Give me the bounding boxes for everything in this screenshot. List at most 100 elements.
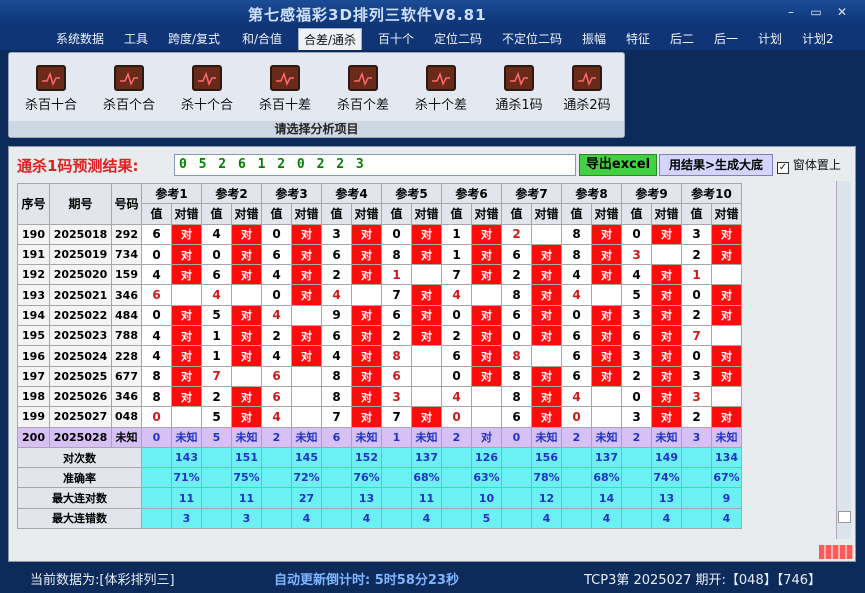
stat-label: 对次数: [17, 446, 142, 469]
cell-hit: 对: [531, 365, 562, 387]
stat-spacer: [561, 467, 592, 489]
cell-hit: 对: [651, 385, 682, 408]
prediction-result-field[interactable]: 0 5 2 6 1 2 0 2 2 3: [174, 154, 576, 176]
table-row[interactable]: 196 2025024 228 4 对 1 对 4 对 4 对 8 6 对 8 6 对 3 对 0 对: [17, 345, 742, 367]
menu-item-last-two[interactable]: 后二: [670, 30, 694, 47]
restore-icon[interactable]: ▭: [808, 4, 824, 20]
cell-value: 0: [561, 304, 592, 327]
menu-item-fixed-two[interactable]: 定位二码: [434, 30, 482, 47]
stat-value: 4: [531, 507, 562, 530]
menu-item-diff-kill[interactable]: 合差/通杀: [298, 28, 363, 50]
cell-value: 4: [621, 264, 652, 286]
subheader-okfail: 对错: [411, 203, 442, 225]
stat-value: 68%: [411, 467, 442, 489]
cell-value: 0: [621, 385, 652, 408]
table-row[interactable]: 194 2025022 484 0 对 5 对 4 9 对 6 对 0 对 6 对 0 对 3 对 2 对: [17, 304, 742, 327]
cell-hit: 对: [471, 304, 502, 327]
menu-item-plan2[interactable]: 计划2: [802, 30, 834, 47]
stat-spacer: [501, 446, 532, 469]
cell-hit: 对: [231, 385, 262, 408]
cell-miss: [531, 345, 562, 367]
stat-spacer: [441, 446, 472, 469]
kill-bai-ge-sum-button[interactable]: 杀百个合: [93, 65, 165, 121]
menu-item-unfixed-two[interactable]: 不定位二码: [502, 30, 562, 47]
cell-value: 2: [681, 243, 712, 266]
menu-item-system-data[interactable]: 系统数据: [56, 30, 104, 47]
cell-miss: [291, 365, 322, 387]
stat-value: 11: [231, 487, 262, 509]
column-header-ref-5: 参考5: [381, 182, 442, 205]
cell-value: 6: [501, 406, 532, 428]
checkbox-check-icon[interactable]: ✓: [777, 162, 789, 174]
ribbon-button-label: 杀百十合: [24, 98, 77, 113]
cell-value: 7: [381, 284, 412, 306]
table-row[interactable]: 190 2025018 292 6 对 4 对 0 对 3 对 0 对 1 对 2 8 对 0 对 3 对: [17, 223, 742, 245]
menu-item-amplitude[interactable]: 振幅: [582, 30, 606, 47]
cell-value: 7: [201, 365, 232, 387]
minimize-icon[interactable]: –: [783, 4, 799, 20]
ribbon-button-label: 杀百个差: [336, 98, 389, 113]
cell-miss: [171, 284, 202, 306]
cell-hit: 对: [231, 223, 262, 245]
table-row[interactable]: 197 2025025 677 8 对 7 6 8 对 6 0 对 8 对 6 对 2 对 3 对: [17, 365, 742, 387]
table-row[interactable]: 193 2025021 346 6 4 0 对 4 7 对 4 8 对 4 5 对 0 对: [17, 284, 742, 306]
kill-bai-shi-diff-button[interactable]: 杀百十差: [249, 65, 321, 121]
cell-hit: 对: [531, 304, 562, 327]
kill-one-code-button[interactable]: 通杀1码: [483, 65, 555, 121]
cell-value: 2: [501, 223, 532, 245]
cell-value: 0: [441, 406, 472, 428]
generate-base-button[interactable]: 用结果>生成大底: [659, 154, 773, 176]
table-row[interactable]: 199 2025027 048 0 5 对 4 7 对 7 对 0 6 对 0 3 对 2 对: [17, 406, 742, 428]
ribbon-caption: 请选择分析项目: [9, 121, 624, 137]
vertical-scrollbar[interactable]: [836, 181, 851, 539]
cell-hit: 对: [471, 223, 502, 245]
cell-value: 8: [381, 243, 412, 266]
scrollbar-thumb[interactable]: [838, 511, 851, 523]
cell-hit: 对: [231, 264, 262, 286]
line-chart-icon: [36, 65, 66, 91]
kill-two-code-button[interactable]: 通杀2码: [551, 65, 623, 121]
current-data-text: 当前数据为:[体彩排列三]: [30, 573, 175, 588]
cell-value: 1: [201, 325, 232, 347]
menu-bar: 系统数据 工具 跨度/复式 和/合值 合差/通杀 百十个 定位二码 不定位二码 …: [0, 26, 865, 50]
cell-hit: 对: [471, 264, 502, 286]
cell-hit: 对: [531, 284, 562, 306]
menu-item-feature[interactable]: 特征: [626, 30, 650, 47]
cell-hit: 对: [711, 243, 742, 266]
kill-bai-shi-sum-button[interactable]: 杀百十合: [15, 65, 87, 121]
cell-hit: 对: [651, 365, 682, 387]
menu-item-sum[interactable]: 和/合值: [242, 30, 282, 47]
cell-seq: 198: [17, 385, 50, 408]
stat-value: 12: [531, 487, 562, 509]
ribbon-button-label: 杀百十差: [258, 98, 311, 113]
cell-hit: 对: [411, 284, 442, 306]
menu-item-plan[interactable]: 计划: [758, 30, 782, 47]
stat-value: 9: [711, 487, 742, 509]
cell-hit: 对: [351, 304, 382, 327]
topmost-checkbox[interactable]: ✓ 窗体置上: [777, 156, 841, 174]
kill-shi-ge-diff-button[interactable]: 杀十个差: [405, 65, 477, 121]
menu-item-span[interactable]: 跨度/复式: [168, 30, 220, 47]
stat-spacer: [621, 507, 652, 530]
menu-item-tools[interactable]: 工具: [124, 30, 148, 47]
kill-bai-ge-diff-button[interactable]: 杀百个差: [327, 65, 399, 121]
cell-value: 7: [681, 325, 712, 347]
stat-spacer: [261, 507, 292, 530]
close-icon[interactable]: ✕: [834, 4, 850, 20]
table-row[interactable]: 192 2025020 159 4 对 6 对 4 对 2 对 1 7 对 2 对 4 对 4 对 1: [17, 264, 742, 286]
kill-shi-ge-sum-button[interactable]: 杀十个合: [171, 65, 243, 121]
stat-value: 76%: [351, 467, 382, 489]
export-excel-button[interactable]: 导出excel: [579, 154, 657, 176]
cell-value: 2: [441, 325, 472, 347]
menu-item-positions[interactable]: 百十个: [378, 30, 414, 47]
cell-hit: 对: [171, 365, 202, 387]
table-row[interactable]: 195 2025023 788 4 对 1 对 2 对 6 对 2 对 2 对 0 对 6 对 6 对 7: [17, 325, 742, 347]
prediction-row[interactable]: 200 2025028 未知 0 未知 5 未知 2 未知 6 未知 1 未知 2 对 0 未知 2 未知 2 未知 3 未…: [17, 426, 742, 448]
stat-value: 72%: [291, 467, 322, 489]
table-row[interactable]: 191 2025019 734 0 对 0 对 6 对 6 对 8 对 1 对 6 对 8 对 3 2 对: [17, 243, 742, 266]
cell-hit: 对: [171, 304, 202, 327]
cell-hit: 对: [531, 264, 562, 286]
menu-item-last-one[interactable]: 后一: [714, 30, 738, 47]
cell-value: 3: [681, 365, 712, 387]
table-row[interactable]: 198 2025026 346 8 对 2 对 6 8 对 3 4 8 对 4 0 对 3: [17, 385, 742, 408]
